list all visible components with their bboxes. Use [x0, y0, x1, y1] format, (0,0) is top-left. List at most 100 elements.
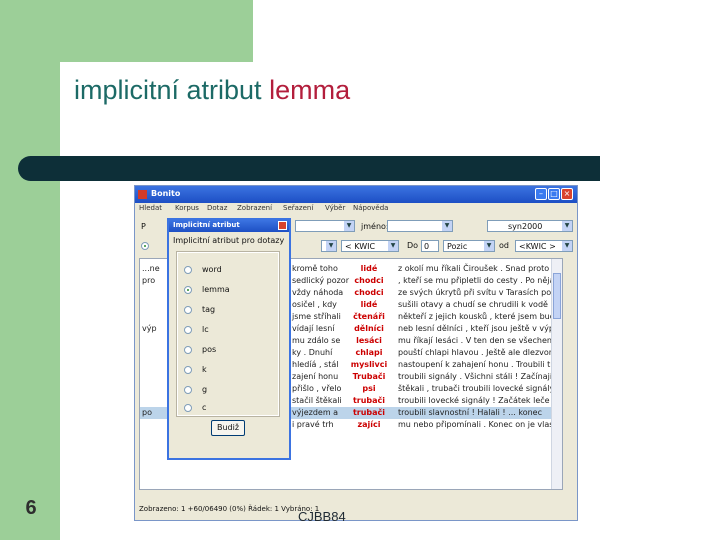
right-context: štěkali , trubači troubili lovecké signá…: [398, 384, 555, 393]
vertical-scrollbar[interactable]: [551, 259, 562, 489]
option-k[interactable]: k: [184, 365, 274, 377]
radio-button[interactable]: [184, 366, 192, 374]
menu-item[interactable]: Dotaz: [207, 204, 227, 212]
right-context: sušili otavy a chudí se chrudili k vodě: [398, 300, 548, 309]
kwic-word: lesáci: [356, 336, 382, 345]
chevron-down-icon[interactable]: ▼: [442, 221, 452, 231]
radio-button[interactable]: [184, 386, 192, 394]
right-context: někteří z jejich kousků , které jsem buď: [398, 312, 555, 321]
close-button[interactable]: ×: [561, 188, 573, 200]
attribute-options: word lemma tag lc pos k g c: [176, 251, 280, 417]
dialog-close-button[interactable]: [278, 221, 287, 230]
name-select[interactable]: ▼: [387, 220, 453, 232]
option-pos[interactable]: pos: [184, 345, 274, 357]
chevron-down-icon[interactable]: ▼: [562, 241, 572, 251]
right-context: troubili slavnostní ! Halali ! ... konec: [398, 408, 542, 417]
option-label: tag: [202, 305, 216, 314]
label-do: Do: [407, 241, 419, 250]
chevron-down-icon[interactable]: ▼: [484, 241, 494, 251]
menu-item[interactable]: Zobrazení: [237, 204, 272, 212]
option-lc[interactable]: lc: [184, 325, 274, 337]
left-context: po: [142, 408, 152, 417]
menu-item[interactable]: Seřazení: [283, 204, 313, 212]
right-context: troubili lovecké signály ! Začátek leče: [398, 396, 550, 405]
radio-button[interactable]: [184, 346, 192, 354]
menu-item[interactable]: Výběr: [325, 204, 345, 212]
radio-button[interactable]: [184, 404, 192, 412]
corpus-select[interactable]: syn2000 ▼: [487, 220, 573, 232]
right-context: pouští chlapi hlavou . Ještě ale dlezvon: [398, 348, 554, 357]
right-context: ze svých úkrytů při svítu v Tarasích po: [398, 288, 552, 297]
chevron-down-icon[interactable]: ▼: [562, 221, 572, 231]
dialog-title: Implicitní atribut: [173, 221, 240, 229]
corpus-value: syn2000: [508, 222, 543, 231]
top-green-block: [60, 0, 253, 62]
do-input[interactable]: 0: [421, 240, 439, 252]
radio-left[interactable]: [141, 242, 149, 250]
option-lemma[interactable]: lemma: [184, 285, 274, 297]
slide-title: implicitní atribut lemma: [74, 75, 350, 106]
left-context: i pravé trh: [292, 420, 334, 429]
app-icon: [138, 190, 147, 199]
maximize-button[interactable]: □: [548, 188, 560, 200]
menu-item[interactable]: Hledat: [139, 204, 162, 212]
kwic-word: chodci: [354, 276, 384, 285]
option-label: word: [202, 265, 222, 274]
kwic-right-select[interactable]: <KWIC > ▼: [515, 240, 573, 252]
option-label: g: [202, 385, 208, 394]
kwic-word: lidé: [360, 300, 378, 309]
chevron-down-icon[interactable]: ▼: [326, 241, 336, 251]
slide-number: 6: [25, 497, 37, 519]
dialog-titlebar: Implicitní atribut: [169, 220, 289, 232]
small-select[interactable]: ▼: [321, 240, 337, 252]
kwic-word: dělníci: [354, 324, 384, 333]
query-input[interactable]: ▼: [295, 220, 355, 232]
kwic-word: myslivci: [350, 360, 388, 369]
footer-label: CJBB84: [298, 509, 346, 524]
kwic-word: lidé: [360, 264, 378, 273]
radio-button-selected[interactable]: [184, 286, 192, 294]
dialog-heading: Implicitní atribut pro dotazy: [173, 236, 285, 245]
pozic-label: Pozic: [447, 242, 468, 251]
radio-button[interactable]: [184, 326, 192, 334]
title-bar-divider: [18, 156, 600, 181]
option-label: lemma: [202, 285, 230, 294]
option-g[interactable]: g: [184, 385, 274, 397]
title-prefix: implicitní atribut: [74, 75, 270, 105]
option-word[interactable]: word: [184, 265, 274, 277]
minimize-button[interactable]: –: [535, 188, 547, 200]
label-p: P: [141, 222, 146, 231]
chevron-down-icon[interactable]: ▼: [344, 221, 354, 231]
radio-button[interactable]: [184, 266, 192, 274]
right-context: mu říkají lesáci . V ten den se všechen: [398, 336, 552, 345]
left-green-strip: [0, 0, 60, 540]
right-context: mu nebo připomínali . Konec on je vlastn…: [398, 420, 563, 429]
scrollbar-thumb[interactable]: [553, 273, 561, 319]
ok-button[interactable]: Budiž: [211, 420, 245, 436]
pozic-select[interactable]: Pozic ▼: [443, 240, 495, 252]
kwic-word: zajíci: [357, 420, 381, 429]
option-tag[interactable]: tag: [184, 305, 274, 317]
implicit-attribute-dialog: Implicitní atribut Implicitní atribut pr…: [167, 218, 291, 460]
radio-button[interactable]: [184, 306, 192, 314]
right-context: z okolí mu říkali Čiroušek . Snad proto …: [398, 264, 555, 273]
kwic-word: čtenáři: [353, 312, 385, 321]
option-label: c: [202, 403, 207, 412]
kwic-left-select[interactable]: < KWIC ▼: [341, 240, 399, 252]
left-context: ky . Dnuhí: [292, 348, 333, 357]
option-label: pos: [202, 345, 217, 354]
option-label: k: [202, 365, 207, 374]
menu-item[interactable]: Korpus: [175, 204, 199, 212]
chevron-down-icon[interactable]: ▼: [388, 241, 398, 251]
option-c[interactable]: c: [184, 403, 274, 415]
kwic-word: trubači: [352, 396, 386, 405]
kwic-left-label: < KWIC: [345, 242, 376, 251]
label-od: od: [499, 241, 509, 250]
right-context: neb lesní dělníci , kteří jsou ještě v v…: [398, 324, 563, 333]
right-context: , kteří se mu připletli do cesty . Po ně…: [398, 276, 563, 285]
right-context: nastoupení k zahajení honu . Troubili tr…: [398, 360, 563, 369]
do-value: 0: [424, 242, 430, 251]
option-label: lc: [202, 325, 209, 334]
left-context: ...ne: [142, 264, 160, 273]
menu-item[interactable]: Nápověda: [353, 204, 388, 212]
